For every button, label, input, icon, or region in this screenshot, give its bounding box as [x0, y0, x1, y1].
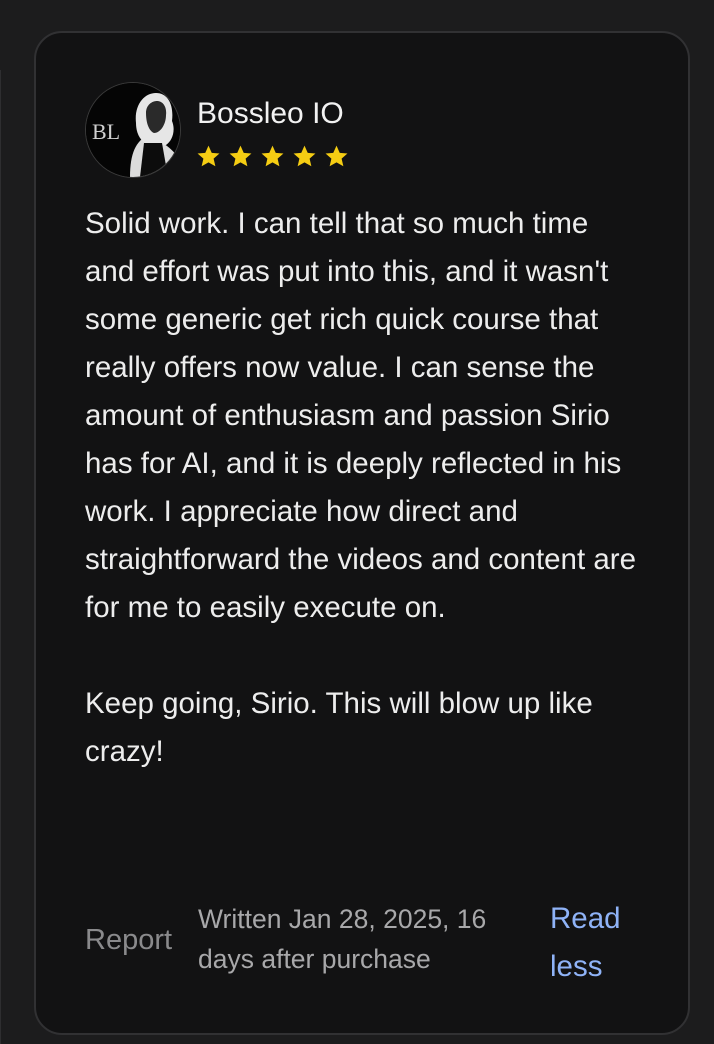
star-rating [196, 144, 349, 169]
review-card: BL Bossleo IO Solid work. I can tell tha… [34, 31, 690, 1035]
reviewer-name: Bossleo IO [197, 97, 344, 130]
review-date-meta: Written Jan 28, 2025, 16 days after purc… [198, 904, 487, 974]
avatar-initials: BL [92, 119, 120, 144]
star-icon [229, 145, 252, 167]
star-icon [197, 145, 220, 167]
page-edge-divider [0, 70, 1, 1044]
read-less-button[interactable]: Read less [550, 895, 640, 991]
star-icon [293, 145, 316, 167]
avatar-image: BL [86, 83, 180, 177]
star-icon [261, 145, 284, 167]
star-icon [325, 145, 348, 167]
reviewer-avatar: BL [85, 82, 181, 178]
review-body: Solid work. I can tell that so much time… [85, 207, 636, 768]
review-footer: Report Written Jan 28, 2025, 16 days aft… [85, 899, 655, 989]
report-button[interactable]: Report [85, 923, 172, 957]
